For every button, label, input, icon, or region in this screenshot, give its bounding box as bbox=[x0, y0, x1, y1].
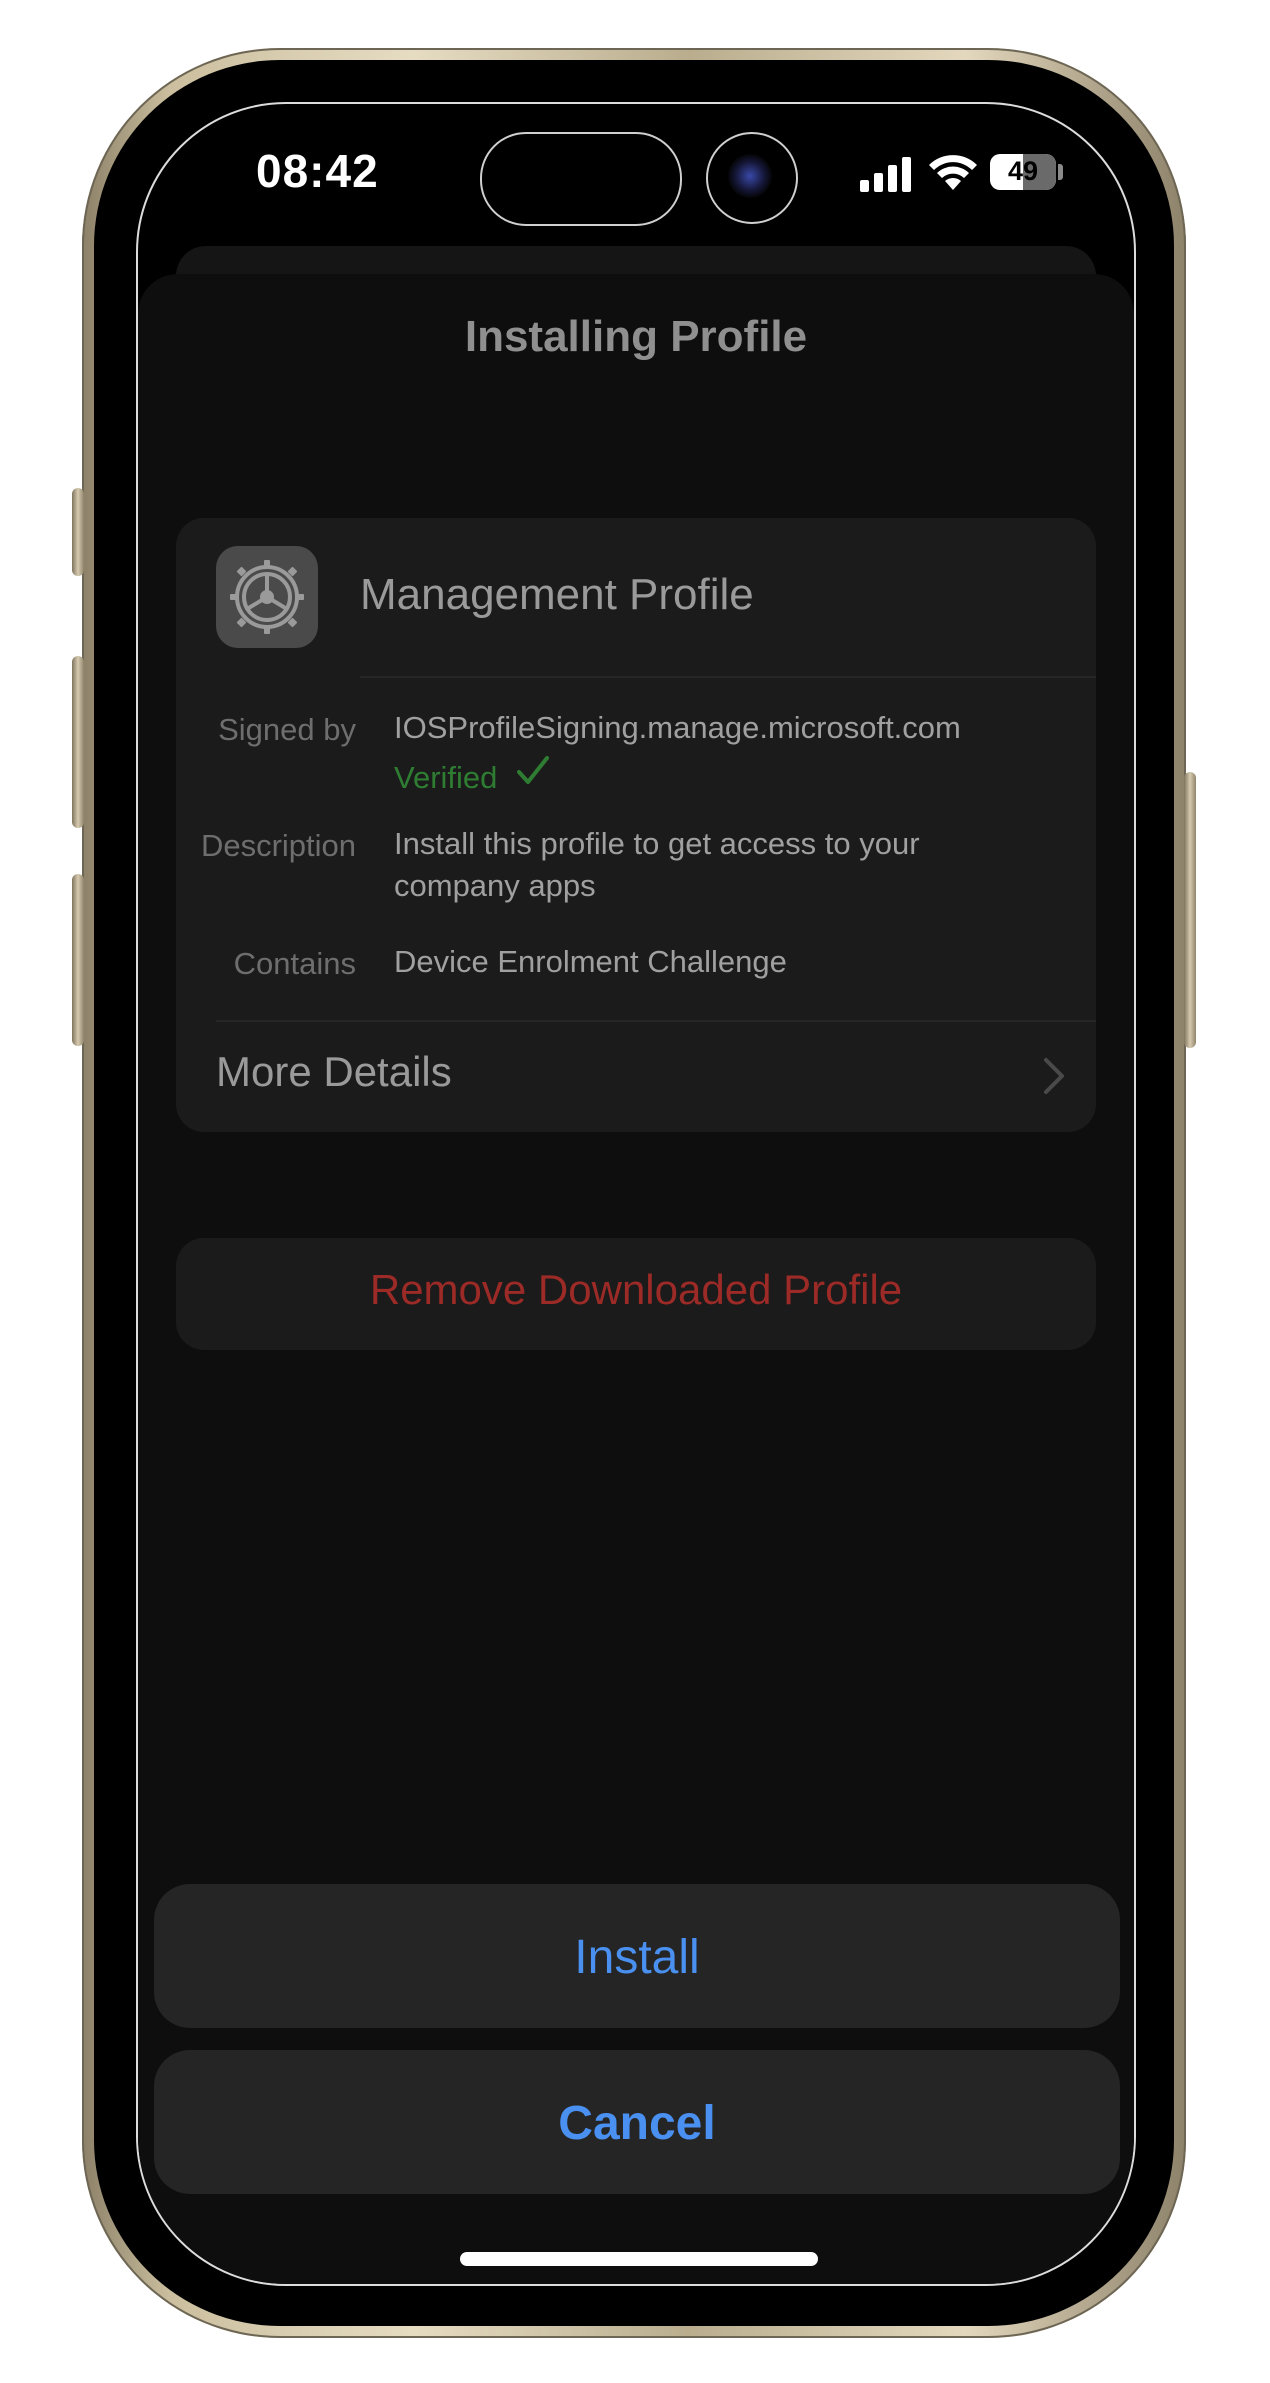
dynamic-island bbox=[480, 132, 682, 226]
more-details-label: More Details bbox=[216, 1048, 452, 1095]
gear-icon bbox=[216, 546, 318, 648]
description-label: Description bbox=[200, 828, 356, 863]
home-indicator[interactable] bbox=[460, 2252, 818, 2266]
install-button[interactable]: Install bbox=[154, 1884, 1120, 2028]
volume-down-button bbox=[72, 874, 84, 1046]
status-time: 08:42 bbox=[256, 145, 379, 197]
wifi-icon bbox=[929, 155, 977, 190]
remove-profile-label: Remove Downloaded Profile bbox=[369, 1266, 903, 1313]
checkmark-icon bbox=[517, 756, 549, 784]
cancel-label: Cancel bbox=[558, 2097, 716, 2150]
cellular-signal-icon bbox=[860, 157, 911, 192]
power-button bbox=[1184, 772, 1196, 1048]
signed-by-value: IOSProfileSigning.manage.microsoft.com bbox=[394, 710, 961, 745]
battery-icon: 49 bbox=[990, 154, 1056, 190]
battery-cap bbox=[1058, 164, 1063, 180]
contains-label: Contains bbox=[233, 946, 356, 981]
contains-value: Device Enrolment Challenge bbox=[394, 944, 787, 979]
cancel-button[interactable]: Cancel bbox=[154, 2050, 1120, 2194]
action-button bbox=[72, 488, 84, 576]
divider bbox=[360, 676, 1096, 678]
sheet-title: Installing Profile bbox=[464, 312, 808, 361]
camera-lens bbox=[728, 154, 772, 198]
install-label: Install bbox=[574, 1931, 700, 1984]
chevron-right-icon bbox=[1044, 1058, 1064, 1094]
phone-screen: 08:42 49 Installing Profile Management P… bbox=[136, 102, 1136, 2286]
battery-level: 49 bbox=[1007, 156, 1039, 186]
verified-status: Verified bbox=[394, 760, 498, 795]
signed-by-label: Signed by bbox=[218, 712, 356, 747]
description-value: Install this profile to get access to yo… bbox=[394, 826, 920, 903]
volume-up-button bbox=[72, 656, 84, 828]
profile-name: Management Profile bbox=[360, 570, 754, 619]
